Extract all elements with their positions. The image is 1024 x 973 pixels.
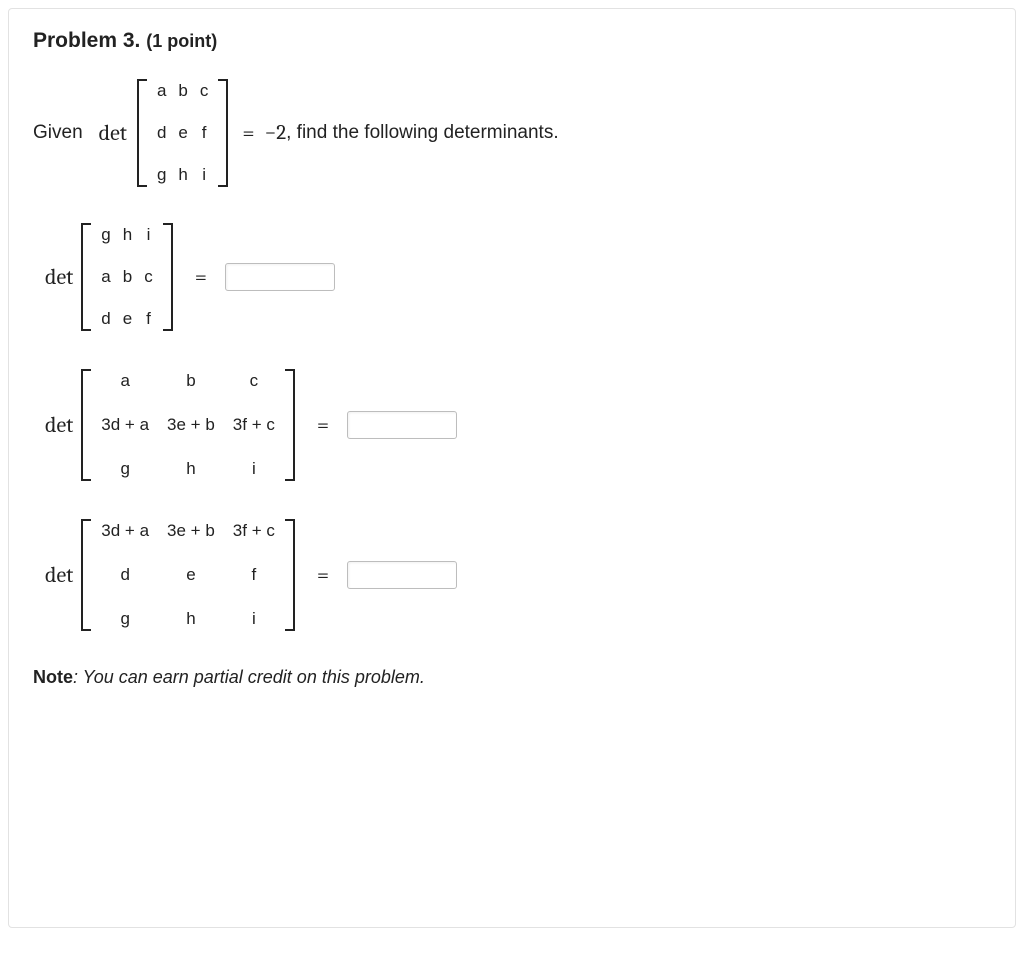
answer-input-3[interactable] xyxy=(347,561,457,589)
matrix-3: 3d + a 3e + b 3f + c d e f g h i xyxy=(81,517,295,633)
matrix-1: g h i a b c d e f xyxy=(81,221,172,333)
note-label: Note xyxy=(33,667,73,687)
given-matrix: a b c d e f g h i xyxy=(137,77,228,189)
note-text: : You can earn partial credit on this pr… xyxy=(73,667,425,687)
note-line: Note: You can earn partial credit on thi… xyxy=(33,667,991,688)
given-prefix: Given xyxy=(33,122,83,144)
equals-sign: = xyxy=(242,120,254,146)
problem-title: Problem 3. (1 point) xyxy=(33,29,991,53)
given-suffix: , find the following determinants. xyxy=(286,122,559,144)
bracket-right-icon xyxy=(218,77,228,189)
det-label: det xyxy=(45,562,73,588)
answer-input-2[interactable] xyxy=(347,411,457,439)
answer-input-1[interactable] xyxy=(225,263,335,291)
question-1: det g h i a b c d e f = xyxy=(33,221,991,333)
bracket-left-icon xyxy=(81,517,91,633)
bracket-right-icon xyxy=(285,367,295,483)
bracket-left-icon xyxy=(81,367,91,483)
equals-sign: = xyxy=(317,412,329,438)
problem-frame: Problem 3. (1 point) Given det a b c d e… xyxy=(8,8,1016,928)
bracket-left-icon xyxy=(137,77,147,189)
equals-sign: = xyxy=(317,562,329,588)
det-label: det xyxy=(99,120,127,146)
det-label: det xyxy=(45,264,73,290)
bracket-right-icon xyxy=(163,221,173,333)
given-line: Given det a b c d e f g h i = −2 xyxy=(33,77,991,189)
problem-number: Problem 3. xyxy=(33,29,140,52)
equals-sign: = xyxy=(195,264,207,290)
question-2: det a b c 3d + a 3e + b 3f + c g h i = xyxy=(33,367,991,483)
bracket-right-icon xyxy=(285,517,295,633)
given-value: −2 xyxy=(265,121,287,145)
matrix-2: a b c 3d + a 3e + b 3f + c g h i xyxy=(81,367,295,483)
question-3: det 3d + a 3e + b 3f + c d e f g h i = xyxy=(33,517,991,633)
bracket-left-icon xyxy=(81,221,91,333)
det-label: det xyxy=(45,412,73,438)
problem-points: (1 point) xyxy=(146,31,217,51)
